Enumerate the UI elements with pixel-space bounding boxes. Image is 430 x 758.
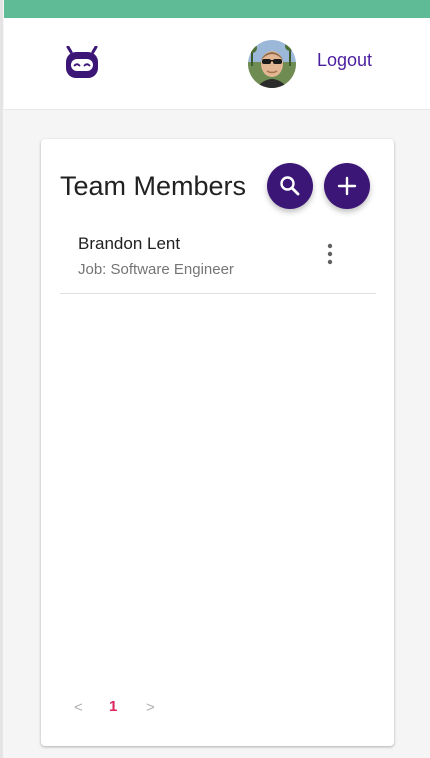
add-member-button[interactable]: [324, 163, 370, 209]
member-name: Brandon Lent: [78, 234, 181, 253]
top-accent-bar: [4, 0, 430, 18]
pagination-next[interactable]: >: [146, 699, 155, 716]
window-edge: [0, 0, 3, 758]
robot-logo-icon[interactable]: [64, 45, 100, 80]
pagination-page-1[interactable]: 1: [109, 698, 117, 715]
user-avatar[interactable]: [248, 40, 296, 88]
more-vert-icon[interactable]: [320, 241, 340, 267]
pagination-prev[interactable]: <: [74, 699, 83, 716]
search-button[interactable]: [267, 163, 313, 209]
app-header: Logout: [4, 18, 430, 110]
page-title: Team Members: [60, 171, 247, 201]
logout-link[interactable]: Logout: [317, 50, 372, 71]
team-members-card: Team Members Brandon Lent Job: Software …: [41, 139, 394, 746]
search-icon: [280, 176, 300, 196]
list-item[interactable]: Brandon Lent Job: Software Engineer: [60, 221, 376, 294]
app-frame: Logout Team Members Brandon Lent Job: So…: [0, 0, 430, 758]
plus-icon: [337, 176, 357, 196]
member-job: Job: Software Engineer: [78, 261, 234, 278]
